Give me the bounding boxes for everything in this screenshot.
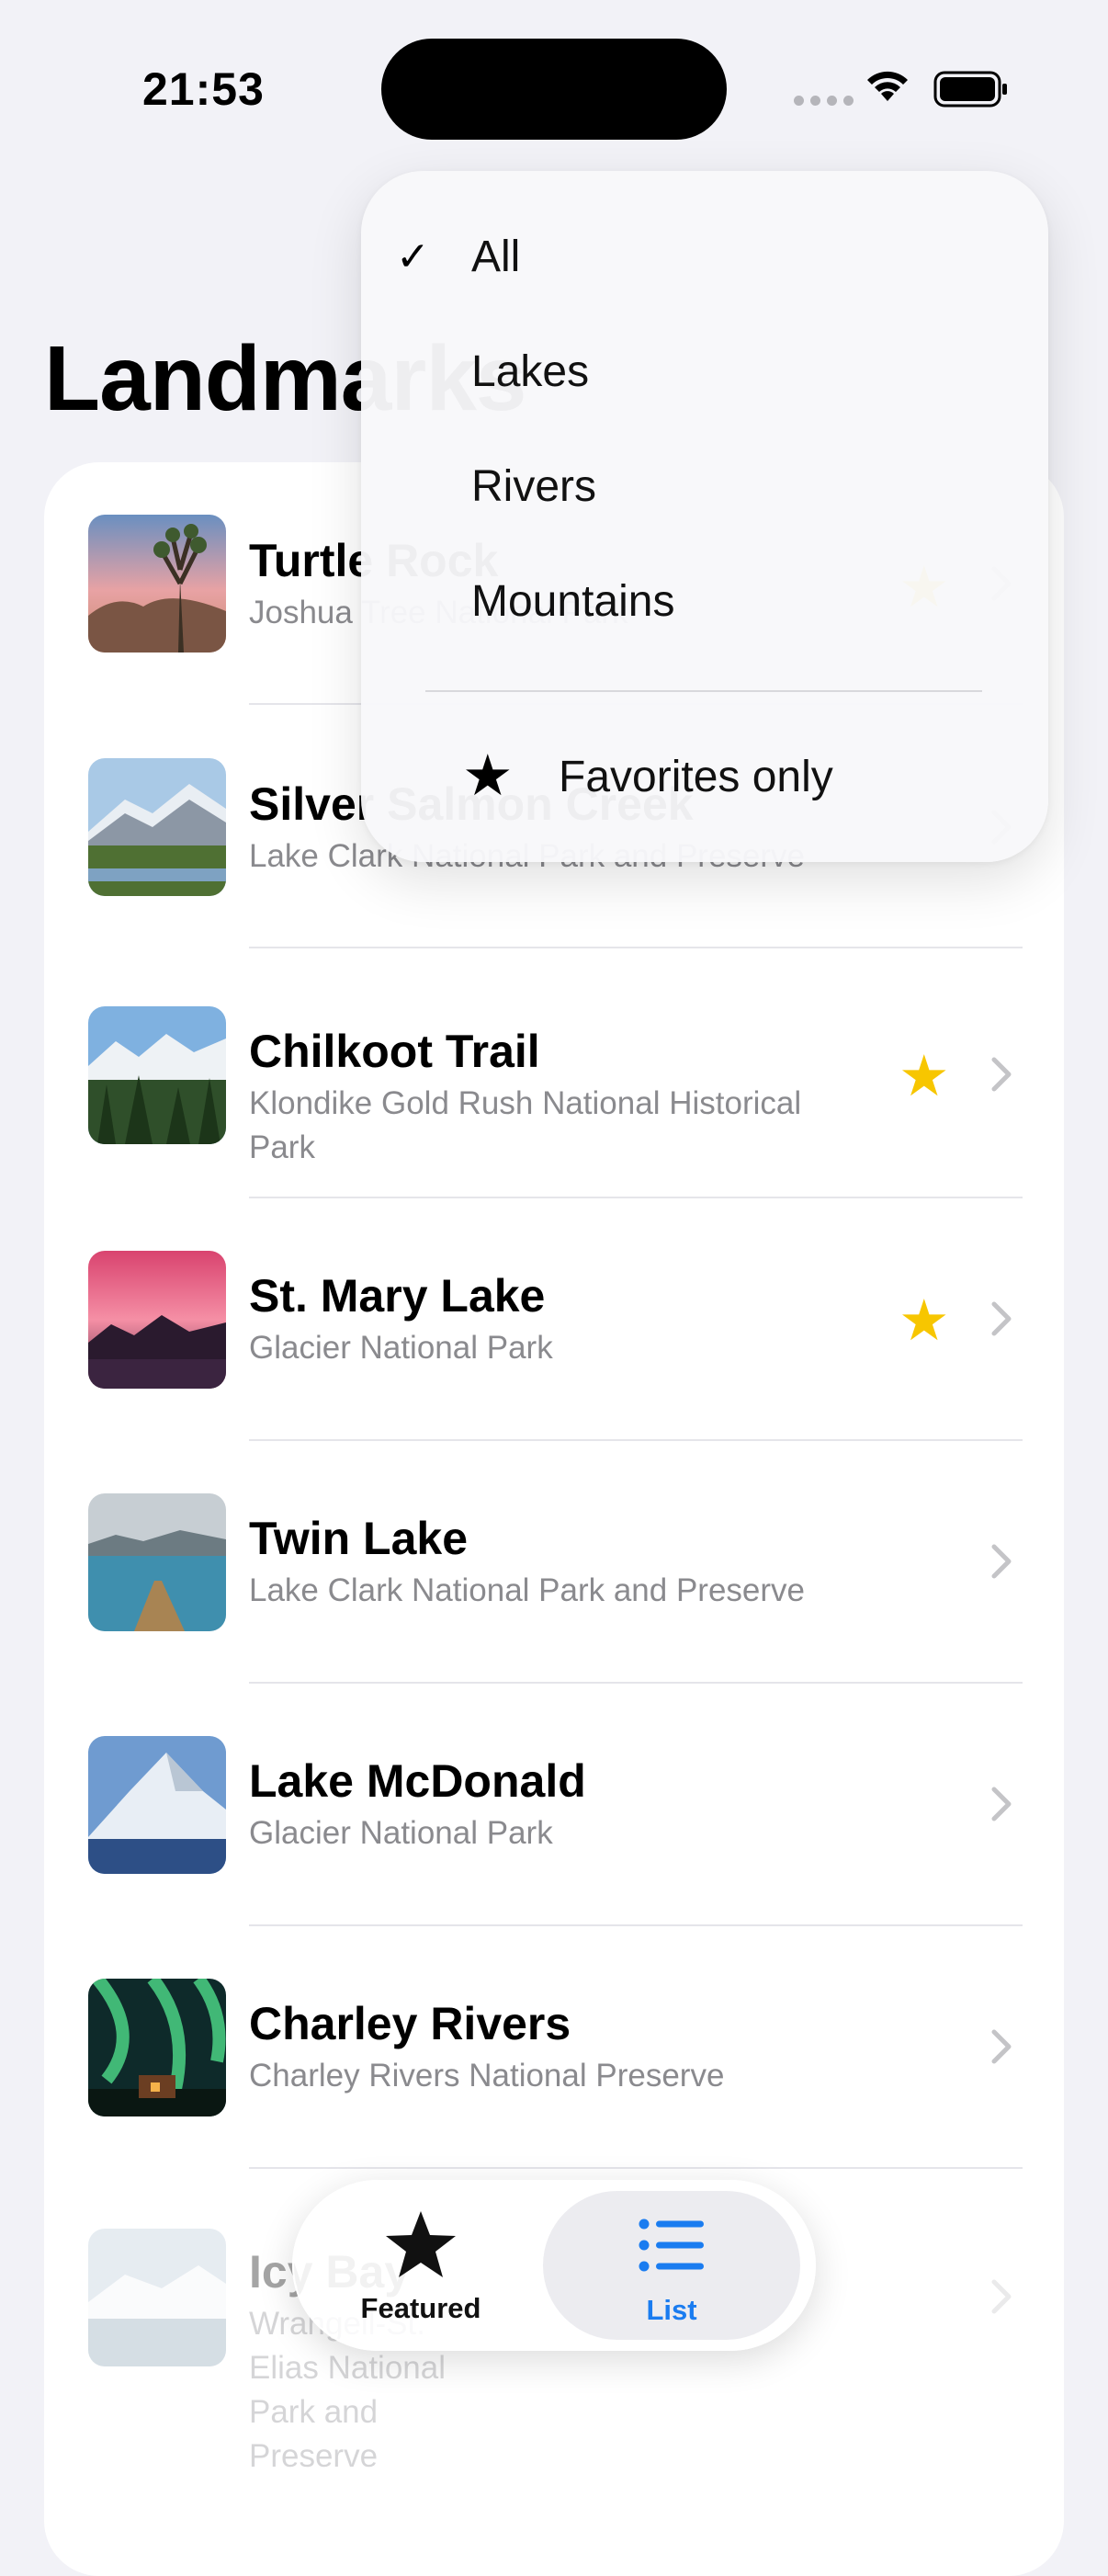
checkmark-icon: ✓	[396, 234, 430, 279]
list-item[interactable]: Chilkoot Trail Klondike Gold Rush Nation…	[44, 948, 1064, 1198]
favorite-star-icon: ★	[899, 1289, 950, 1353]
landmark-name: Charley Rivers	[249, 1998, 571, 2049]
landmark-name: St. Mary Lake	[249, 1270, 546, 1322]
chevron-right-icon	[991, 1787, 1012, 1821]
landmark-thumbnail	[88, 1006, 226, 1144]
landmark-thumbnail	[88, 515, 226, 653]
landmark-name: Lake McDonald	[249, 1755, 586, 1807]
tab-list[interactable]: List	[543, 2191, 800, 2340]
status-time: 21:53	[142, 63, 265, 115]
menu-item-label: Rivers	[471, 462, 597, 511]
chevron-right-icon	[991, 2279, 1012, 2314]
menu-item-rivers[interactable]: Rivers	[361, 436, 1048, 537]
landmark-park: Lake Clark National Park and Preserve	[249, 1572, 806, 1608]
tab-label: List	[646, 2294, 697, 2326]
menu-divider	[425, 690, 982, 692]
chevron-right-icon	[991, 1057, 1012, 1092]
landmark-name: Twin Lake	[249, 1513, 469, 1564]
tab-featured[interactable]: Featured	[311, 2189, 531, 2342]
list-item[interactable]: Twin Lake Lake Clark National Park and P…	[44, 1440, 1064, 1684]
tab-label: Featured	[360, 2292, 481, 2324]
menu-item-label: Lakes	[471, 347, 590, 396]
landmark-thumbnail	[88, 758, 226, 896]
landmark-park: Charley Rivers National Preserve	[249, 2058, 725, 2094]
landmark-name: Chilkoot Trail	[249, 1026, 540, 1077]
menu-item-all[interactable]: ✓ All	[361, 206, 1048, 307]
landmark-thumbnail	[88, 1736, 226, 1874]
chevron-right-icon	[991, 2029, 1012, 2064]
dynamic-island	[381, 39, 727, 140]
list-item[interactable]: Charley Rivers Charley Rivers National P…	[44, 1925, 1064, 2169]
chevron-right-icon	[991, 1544, 1012, 1579]
star-icon: ★	[462, 744, 514, 808]
tab-bar: Featured List	[292, 2180, 816, 2351]
landmark-thumbnail	[88, 2229, 226, 2366]
cellular-signal-icon	[794, 96, 854, 106]
star-icon	[386, 2211, 456, 2277]
landmark-thumbnail	[88, 1251, 226, 1389]
menu-item-mountains[interactable]: Mountains	[361, 550, 1048, 652]
wifi-icon	[867, 71, 908, 101]
favorites-only-label: Favorites only	[559, 753, 833, 801]
landmark-thumbnail	[88, 1493, 226, 1631]
list-item[interactable]: Lake McDonald Glacier National Park	[44, 1683, 1064, 1926]
battery-icon	[933, 71, 1007, 108]
list-icon	[639, 2219, 704, 2272]
landmark-park: Klondike Gold Rush National Historical P…	[249, 1085, 802, 1165]
status-bar: 21:53	[0, 0, 1108, 184]
favorite-star-icon: ★	[899, 1045, 950, 1108]
menu-item-label: All	[471, 233, 521, 281]
list-item[interactable]: St. Mary Lake Glacier National Park ★	[44, 1197, 1064, 1441]
chevron-right-icon	[991, 1301, 1012, 1336]
filter-menu: ✓ All Lakes Rivers Mountains ★ Favorites…	[361, 171, 1048, 862]
menu-item-lakes[interactable]: Lakes	[361, 321, 1048, 422]
menu-item-label: Mountains	[471, 577, 675, 626]
landmark-thumbnail	[88, 1979, 226, 2116]
landmark-park: Glacier National Park	[249, 1330, 553, 1366]
landmark-park: Glacier National Park	[249, 1815, 553, 1851]
